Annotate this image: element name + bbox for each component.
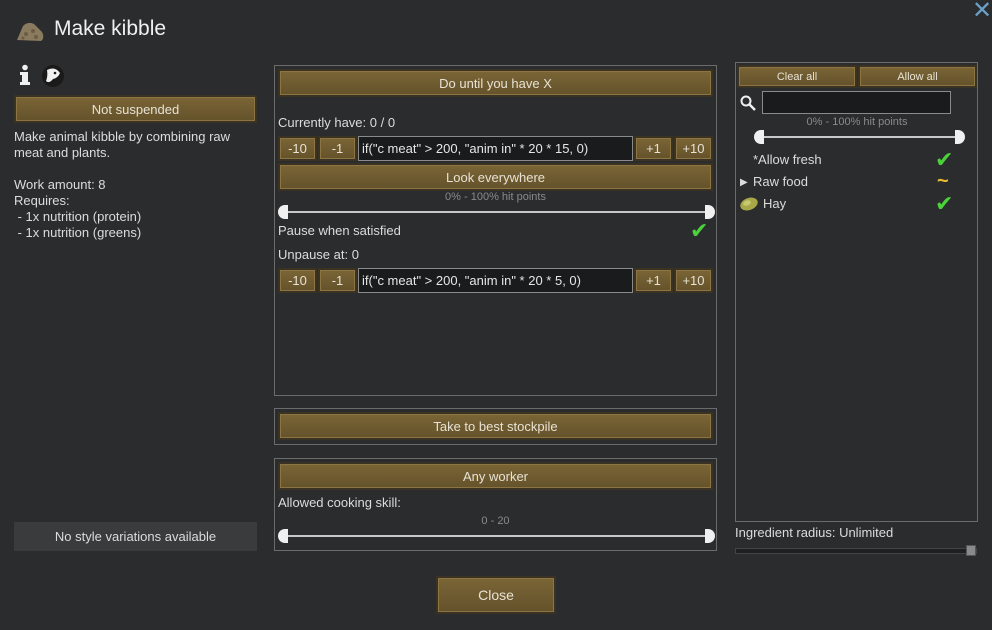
kibble-icon bbox=[14, 18, 46, 44]
clear-all-button[interactable]: Clear all bbox=[737, 65, 857, 88]
search-icon bbox=[740, 95, 756, 111]
filter-item-hay[interactable]: Hay bbox=[763, 196, 786, 211]
filter-hp-slider[interactable] bbox=[759, 136, 962, 138]
close-icon[interactable]: ✕ bbox=[972, 0, 992, 25]
allow-fresh-check-icon[interactable]: ✔ bbox=[935, 149, 953, 171]
requirement-item: - 1x nutrition (protein) bbox=[14, 209, 142, 224]
filter-hp-min-handle[interactable] bbox=[754, 130, 764, 144]
pause-when-satisfied-label: Pause when satisfied bbox=[278, 223, 401, 238]
close-button[interactable]: Close bbox=[436, 576, 556, 614]
ingredient-radius-label: Ingredient radius: Unlimited bbox=[735, 525, 894, 540]
filter-panel bbox=[735, 62, 978, 522]
description-line1: Make animal kibble by combining raw bbox=[14, 129, 231, 144]
skill-range-label: 0 - 20 bbox=[481, 515, 510, 527]
hp-range-label: 0% - 100% hit points bbox=[445, 191, 546, 203]
plus10-button[interactable]: +10 bbox=[674, 136, 713, 161]
partial-check-icon[interactable]: ~ bbox=[937, 170, 949, 193]
unpause-plus1-button[interactable]: +1 bbox=[634, 268, 673, 293]
animal-head-icon[interactable] bbox=[40, 64, 66, 88]
allow-all-button[interactable]: Allow all bbox=[858, 65, 977, 88]
look-everywhere-button[interactable]: Look everywhere bbox=[278, 163, 713, 191]
filter-item-allow-fresh[interactable]: *Allow fresh bbox=[753, 152, 822, 167]
minus10-button[interactable]: -10 bbox=[278, 136, 317, 161]
expand-triangle-icon[interactable]: ▶ bbox=[740, 177, 748, 188]
currently-have: Currently have: 0 / 0 bbox=[278, 115, 396, 130]
unpause-minus1-button[interactable]: -1 bbox=[318, 268, 357, 293]
style-variations-box: No style variations available bbox=[14, 522, 257, 551]
repeat-mode-button[interactable]: Do until you have X bbox=[278, 69, 713, 97]
skill-label: Allowed cooking skill: bbox=[278, 495, 401, 510]
hay-icon bbox=[739, 196, 759, 212]
unpause-minus10-button[interactable]: -10 bbox=[278, 268, 317, 293]
suspend-button[interactable]: Not suspended bbox=[14, 95, 257, 123]
requirement-item: - 1x nutrition (greens) bbox=[14, 225, 142, 240]
worker-button[interactable]: Any worker bbox=[278, 462, 713, 490]
ingredient-radius-slider[interactable] bbox=[735, 548, 977, 554]
pause-checkbox-check-icon[interactable]: ✔ bbox=[690, 220, 708, 242]
window-title: Make kibble bbox=[54, 17, 167, 40]
unpause-at: Unpause at: 0 bbox=[278, 247, 359, 262]
info-icon[interactable] bbox=[18, 64, 32, 86]
requires-label: Requires: bbox=[14, 193, 70, 208]
unpause-input[interactable]: if("c meat" > 200, "anim in" * 20 * 5, 0… bbox=[358, 268, 633, 293]
unpause-plus10-button[interactable]: +10 bbox=[674, 268, 713, 293]
work-amount: Work amount: 8 bbox=[14, 177, 106, 192]
style-variations-text: No style variations available bbox=[54, 529, 217, 544]
minus1-button[interactable]: -1 bbox=[318, 136, 357, 161]
plus1-button[interactable]: +1 bbox=[634, 136, 673, 161]
stockpile-button[interactable]: Take to best stockpile bbox=[278, 412, 713, 440]
hay-check-icon[interactable]: ✔ bbox=[935, 193, 953, 215]
filter-hp-range-label: 0% - 100% hit points bbox=[806, 116, 908, 128]
skill-slider[interactable] bbox=[282, 535, 709, 537]
ingredient-radius-handle[interactable] bbox=[966, 545, 976, 556]
description-line2: meat and plants. bbox=[14, 145, 111, 160]
hp-slider-min-handle[interactable] bbox=[278, 205, 288, 219]
filter-search-input[interactable] bbox=[762, 91, 951, 114]
skill-slider-min-handle[interactable] bbox=[278, 529, 288, 543]
target-count-input[interactable]: if("c meat" > 200, "anim in" * 20 * 15, … bbox=[358, 136, 633, 161]
hp-slider[interactable] bbox=[282, 211, 709, 213]
filter-item-raw-food[interactable]: Raw food bbox=[753, 174, 808, 189]
